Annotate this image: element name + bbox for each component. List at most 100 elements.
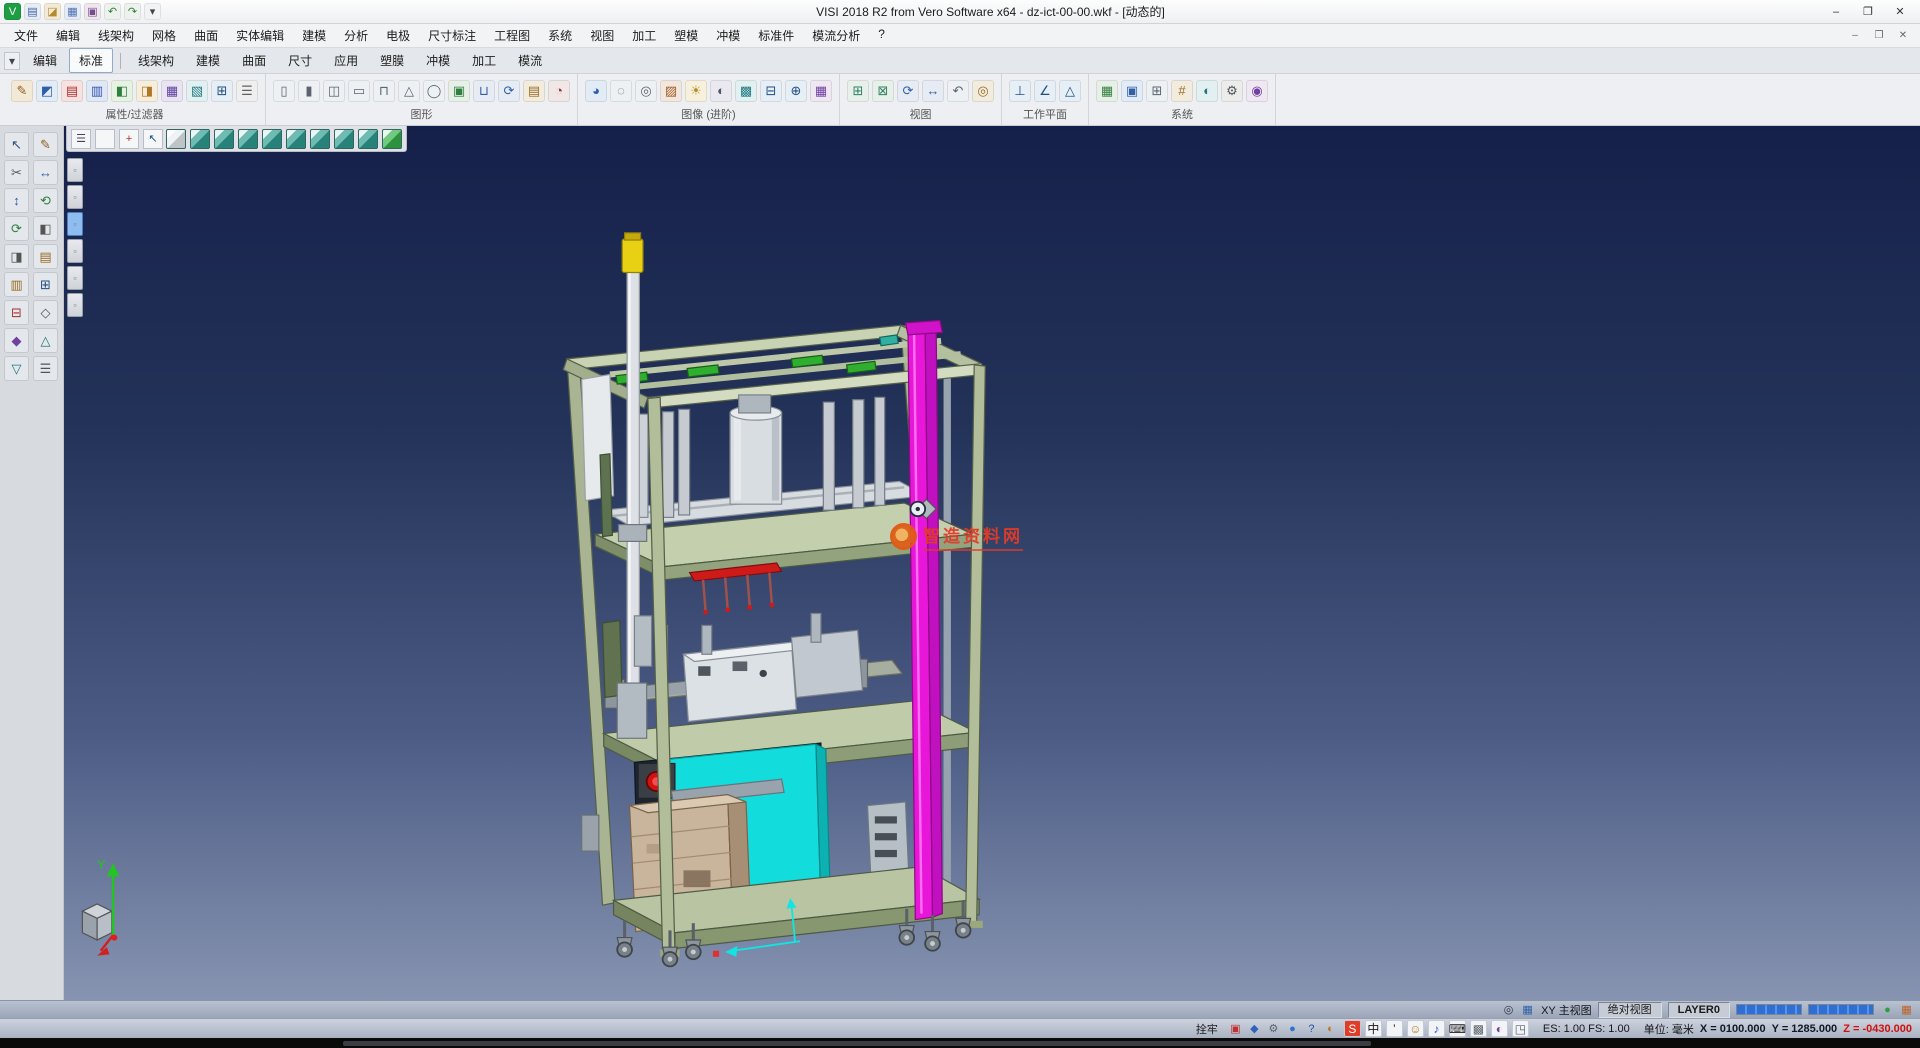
ime-punctuation-icon[interactable]: ’ (1386, 1020, 1403, 1037)
view-cube-left-icon[interactable] (238, 129, 258, 149)
view-cube-front-icon[interactable] (190, 129, 210, 149)
menu-edit[interactable]: 编辑 (48, 25, 88, 46)
render-shaded-icon[interactable]: ◕ (585, 80, 607, 102)
mdi-restore-button[interactable]: ❐ (1868, 26, 1890, 44)
menu-dimensioning[interactable]: 尺寸标注 (420, 25, 484, 46)
add-element-icon[interactable]: ⊞ (33, 272, 58, 297)
qa-new-icon[interactable]: ▤ (24, 3, 41, 20)
stretch-icon[interactable]: ↕ (4, 188, 29, 213)
menu-machining[interactable]: 加工 (624, 25, 664, 46)
cylinder-icon[interactable]: ▯ (273, 80, 295, 102)
remove-element-icon[interactable]: ⊟ (4, 300, 29, 325)
filter-red-icon[interactable]: ▤ (61, 80, 83, 102)
lighting-icon[interactable]: ☀ (685, 80, 707, 102)
cone-icon[interactable]: △ (398, 80, 420, 102)
ime-mode-icon[interactable]: 中 (1365, 1020, 1382, 1037)
mini-tool-button-1[interactable]: ▫ (67, 158, 83, 182)
filter-blue-icon[interactable]: ▥ (86, 80, 108, 102)
menu-mold[interactable]: 塑模 (666, 25, 706, 46)
menu-die[interactable]: 冲模 (708, 25, 748, 46)
zoom-window-icon[interactable]: ⊠ (872, 80, 894, 102)
cylinder-solid-icon[interactable]: ▮ (298, 80, 320, 102)
ime-emoji-icon[interactable]: ☺ (1407, 1020, 1424, 1037)
grid-icon[interactable]: ▥ (4, 272, 29, 297)
view-cube-bottom-icon[interactable] (286, 129, 306, 149)
workplane-3pt-icon[interactable]: △ (1059, 80, 1081, 102)
workplane-align-icon[interactable]: ∠ (1034, 80, 1056, 102)
rotate-cw-icon[interactable]: ⟳ (4, 216, 29, 241)
view-blank-button[interactable] (95, 129, 115, 149)
mini-tool-button-2[interactable]: ▫ (67, 185, 83, 209)
diamond-icon[interactable]: ◇ (33, 300, 58, 325)
sogou-logo-icon[interactable]: S (1344, 1020, 1361, 1037)
tab-modeling[interactable]: 建模 (186, 48, 230, 73)
tab-standard[interactable]: 标准 (69, 48, 113, 73)
view-menu-button[interactable]: ☰ (71, 129, 91, 149)
tab-machining[interactable]: 加工 (462, 48, 506, 73)
gear-icon[interactable]: ⚙ (1266, 1021, 1281, 1036)
calculator-icon[interactable]: # (1171, 80, 1193, 102)
tab-dropdown-button[interactable]: ▾ (4, 52, 20, 70)
qa-save-icon[interactable]: ▦ (64, 3, 81, 20)
tube-icon[interactable]: ◫ (323, 80, 345, 102)
view-axes-button[interactable]: + (119, 129, 139, 149)
help-icon[interactable]: ? (1304, 1021, 1319, 1036)
chamfer-icon[interactable]: ◔ (548, 80, 570, 102)
table-icon[interactable]: ▤ (523, 80, 545, 102)
dynamic-view-icon[interactable]: ◎ (972, 80, 994, 102)
menu-solid-edit[interactable]: 实体编辑 (228, 25, 292, 46)
layer-filter-icon[interactable]: ◧ (111, 80, 133, 102)
section-icon[interactable]: ⊟ (760, 80, 782, 102)
globe-icon[interactable]: ◐ (1323, 1021, 1338, 1036)
property-copy-icon[interactable]: ◩ (36, 80, 58, 102)
menu-view[interactable]: 视图 (582, 25, 622, 46)
menu-wireframe[interactable]: 线架构 (90, 25, 142, 46)
view-cube-iso-se-icon[interactable] (334, 129, 354, 149)
transparency-icon[interactable]: ▩ (735, 80, 757, 102)
zoom-image-icon[interactable]: ⊕ (785, 80, 807, 102)
tab-stamping[interactable]: 冲模 (416, 48, 460, 73)
snap-settings-icon[interactable]: ⊞ (1146, 80, 1168, 102)
capture-icon[interactable]: ▦ (810, 80, 832, 102)
select-pointer-icon[interactable]: ↖ (4, 132, 29, 157)
sheet-icon[interactable]: ▭ (348, 80, 370, 102)
screen-icon[interactable]: ▣ (1121, 80, 1143, 102)
trim-scissors-icon[interactable]: ✂ (4, 160, 29, 185)
texture-icon[interactable]: ▨ (660, 80, 682, 102)
world-icon[interactable]: ◐ (1196, 80, 1218, 102)
hatch-icon[interactable]: ▤ (33, 244, 58, 269)
view-cube-shaded-icon[interactable] (382, 129, 402, 149)
triangle-up-icon[interactable]: △ (33, 328, 58, 353)
ime-fullscreen-icon[interactable]: ◳ (1512, 1020, 1529, 1037)
solid-diamond-icon[interactable]: ◆ (4, 328, 29, 353)
mdi-close-button[interactable]: ✕ (1892, 26, 1914, 44)
triangle-down-icon[interactable]: ▽ (4, 356, 29, 381)
monitor-icon[interactable]: ▣ (1228, 1021, 1243, 1036)
snap-toggle[interactable]: 拴牢 (1192, 1021, 1222, 1037)
tab-application[interactable]: 应用 (324, 48, 368, 73)
mirror-right-icon[interactable]: ◨ (4, 244, 29, 269)
zoom-fit-icon[interactable]: ⊞ (847, 80, 869, 102)
menu-system[interactable]: 系统 (540, 25, 580, 46)
status-ok-icon[interactable]: ● (1880, 1002, 1895, 1017)
qa-undo-icon[interactable]: ↶ (104, 3, 121, 20)
tab-moldflow[interactable]: 模流 (508, 48, 552, 73)
ime-mic-icon[interactable]: ♪ (1428, 1020, 1445, 1037)
rotate-ccw-icon[interactable]: ⟲ (33, 188, 58, 213)
box-icon[interactable]: ▣ (448, 80, 470, 102)
settings-gear-icon[interactable]: ⚙ (1221, 80, 1243, 102)
mini-tool-button-3[interactable]: ▫ (67, 212, 83, 236)
tab-wireframe[interactable]: 线架构 (128, 48, 184, 73)
color-filter-icon[interactable]: ◨ (136, 80, 158, 102)
maximize-button[interactable]: ❐ (1852, 2, 1884, 22)
grid-settings-icon[interactable]: ▦ (1096, 80, 1118, 102)
view-target-icon[interactable]: ◎ (1501, 1002, 1516, 1017)
render-wireframe-icon[interactable]: ◌ (610, 80, 632, 102)
move-icon[interactable]: ↔ (33, 160, 58, 185)
view-mode-icon[interactable]: ▦ (1520, 1002, 1535, 1017)
tab-molding[interactable]: 塑膜 (370, 48, 414, 73)
edit-pencil-icon[interactable]: ✎ (33, 132, 58, 157)
menu-modeling[interactable]: 建模 (294, 25, 334, 46)
absolute-view-indicator[interactable]: 绝对视图 (1598, 1002, 1662, 1018)
menu-help[interactable]: ? (870, 25, 893, 46)
